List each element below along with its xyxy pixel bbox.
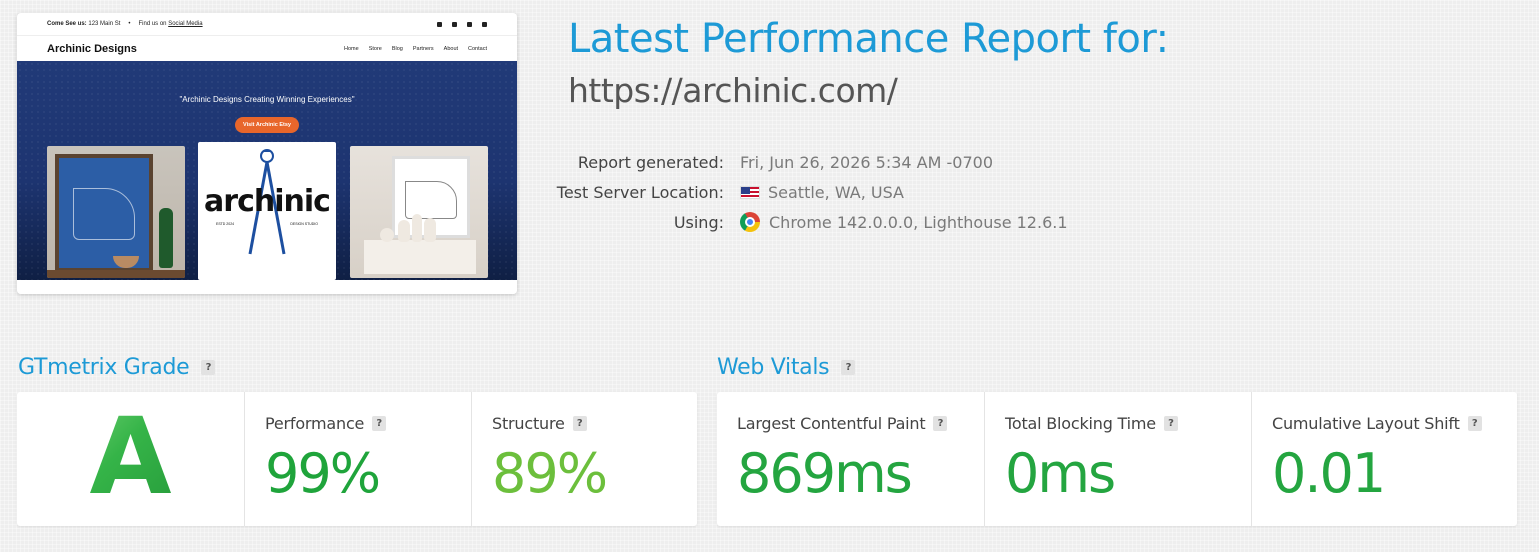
- instagram-icon: [467, 21, 472, 27]
- thumb-social-link: Social Media: [168, 21, 203, 27]
- tbt-value: 0ms: [1005, 442, 1116, 505]
- thumb-headline: "Archinic Designs Creating Winning Exper…: [179, 95, 355, 104]
- thumb-nav-item: Store: [368, 45, 382, 52]
- structure-help-icon[interactable]: ?: [572, 416, 587, 431]
- thumb-menu: Home Store Blog Partners About Contact: [344, 46, 487, 52]
- performance-value: 99%: [265, 442, 381, 505]
- thumb-nav-item: Partners: [412, 45, 434, 52]
- meta-location-value: Seattle, WA, USA: [768, 182, 904, 202]
- thumb-logo-image: archinic ESTD 2024 DESIGN STUDIO: [198, 142, 336, 280]
- web-vitals-heading: Web Vitals ?: [717, 355, 856, 380]
- thumb-nav-item: Home: [344, 45, 359, 52]
- thumb-decor-image: [350, 146, 488, 278]
- thumb-cta-button: Visit Archinic Etsy: [235, 117, 299, 133]
- tbt-cell: Total Blocking Time ? 0ms: [984, 392, 1251, 526]
- thumb-navbar: Archinic Designs Home Store Blog Partner…: [17, 35, 517, 61]
- grade-cell: A: [17, 392, 244, 526]
- meta-using-row: Using: Chrome 142.0.0.0, Lighthouse 12.6…: [540, 207, 1140, 237]
- gtmetrix-grade-card: A Performance ? 99% Structure ? 89%: [17, 392, 697, 526]
- email-icon: [482, 21, 487, 27]
- lcp-value: 869ms: [737, 442, 913, 505]
- meta-generated-row: Report generated: Fri, Jun 26, 2026 5:34…: [540, 147, 1140, 177]
- thumb-hero: "Archinic Designs Creating Winning Exper…: [17, 61, 517, 280]
- gtmetrix-grade-heading: GTmetrix Grade ?: [18, 355, 216, 380]
- cls-value: 0.01: [1272, 442, 1386, 505]
- thumb-find: Find us on: [138, 21, 167, 27]
- thumb-nav-item: Contact: [468, 45, 487, 52]
- report-url: https://archinic.com/: [568, 71, 898, 110]
- report-meta: Report generated: Fri, Jun 26, 2026 5:34…: [540, 147, 1140, 237]
- structure-label: Structure: [492, 414, 565, 433]
- web-vitals-card: Largest Contentful Paint ? 869ms Total B…: [717, 392, 1517, 526]
- facebook-icon: [452, 21, 457, 27]
- thumb-brand: Archinic Designs: [47, 42, 137, 55]
- tbt-help-icon[interactable]: ?: [1163, 416, 1178, 431]
- tbt-label: Total Blocking Time: [1005, 414, 1156, 433]
- gtmetrix-grade-title: GTmetrix Grade: [18, 355, 190, 380]
- cls-help-icon[interactable]: ?: [1467, 416, 1482, 431]
- thumb-social-icons: [437, 21, 487, 27]
- web-vitals-title: Web Vitals: [717, 355, 830, 380]
- thumb-address: 123 Main St: [88, 21, 121, 27]
- meta-generated-label: Report generated:: [577, 152, 724, 172]
- vitals-help-icon[interactable]: ?: [841, 360, 856, 375]
- meta-location-row: Test Server Location: Seattle, WA, USA: [540, 177, 1140, 207]
- structure-value: 89%: [492, 442, 608, 505]
- performance-help-icon[interactable]: ?: [372, 416, 387, 431]
- thumb-blueprint-image: [47, 146, 185, 278]
- thumb-logo-estd: ESTD 2024: [216, 222, 235, 226]
- thumb-logo-studio: DESIGN STUDIO: [290, 222, 318, 226]
- performance-label: Performance: [265, 414, 365, 433]
- report-title: Latest Performance Report for:: [568, 16, 1169, 62]
- cls-label: Cumulative Layout Shift: [1272, 414, 1460, 433]
- grade-letter: A: [17, 404, 244, 510]
- lcp-cell: Largest Contentful Paint ? 869ms: [717, 392, 984, 526]
- meta-location-label: Test Server Location:: [556, 182, 724, 202]
- lcp-help-icon[interactable]: ?: [933, 416, 948, 431]
- thumb-nav-item: Blog: [391, 45, 403, 52]
- site-screenshot-thumbnail: Come See us: 123 Main St • Find us on So…: [17, 13, 517, 294]
- performance-cell: Performance ? 99%: [244, 392, 471, 526]
- thumb-topbar: Come See us: 123 Main St • Find us on So…: [17, 13, 517, 35]
- meta-generated-value: Fri, Jun 26, 2026 5:34 AM -0700: [740, 152, 993, 172]
- grade-help-icon[interactable]: ?: [201, 360, 216, 375]
- thumb-logo-word: archinic: [204, 184, 331, 219]
- twitter-icon: [437, 21, 442, 27]
- thumb-come-see: Come See us:: [47, 21, 87, 27]
- chrome-icon: [740, 212, 760, 232]
- cls-cell: Cumulative Layout Shift ? 0.01: [1251, 392, 1517, 526]
- structure-cell: Structure ? 89%: [471, 392, 697, 526]
- meta-using-value: Chrome 142.0.0.0, Lighthouse 12.6.1: [769, 212, 1068, 232]
- meta-using-label: Using:: [673, 212, 724, 232]
- thumb-nav-item: About: [443, 45, 459, 52]
- lcp-label: Largest Contentful Paint: [737, 414, 926, 433]
- us-flag-icon: [740, 185, 760, 199]
